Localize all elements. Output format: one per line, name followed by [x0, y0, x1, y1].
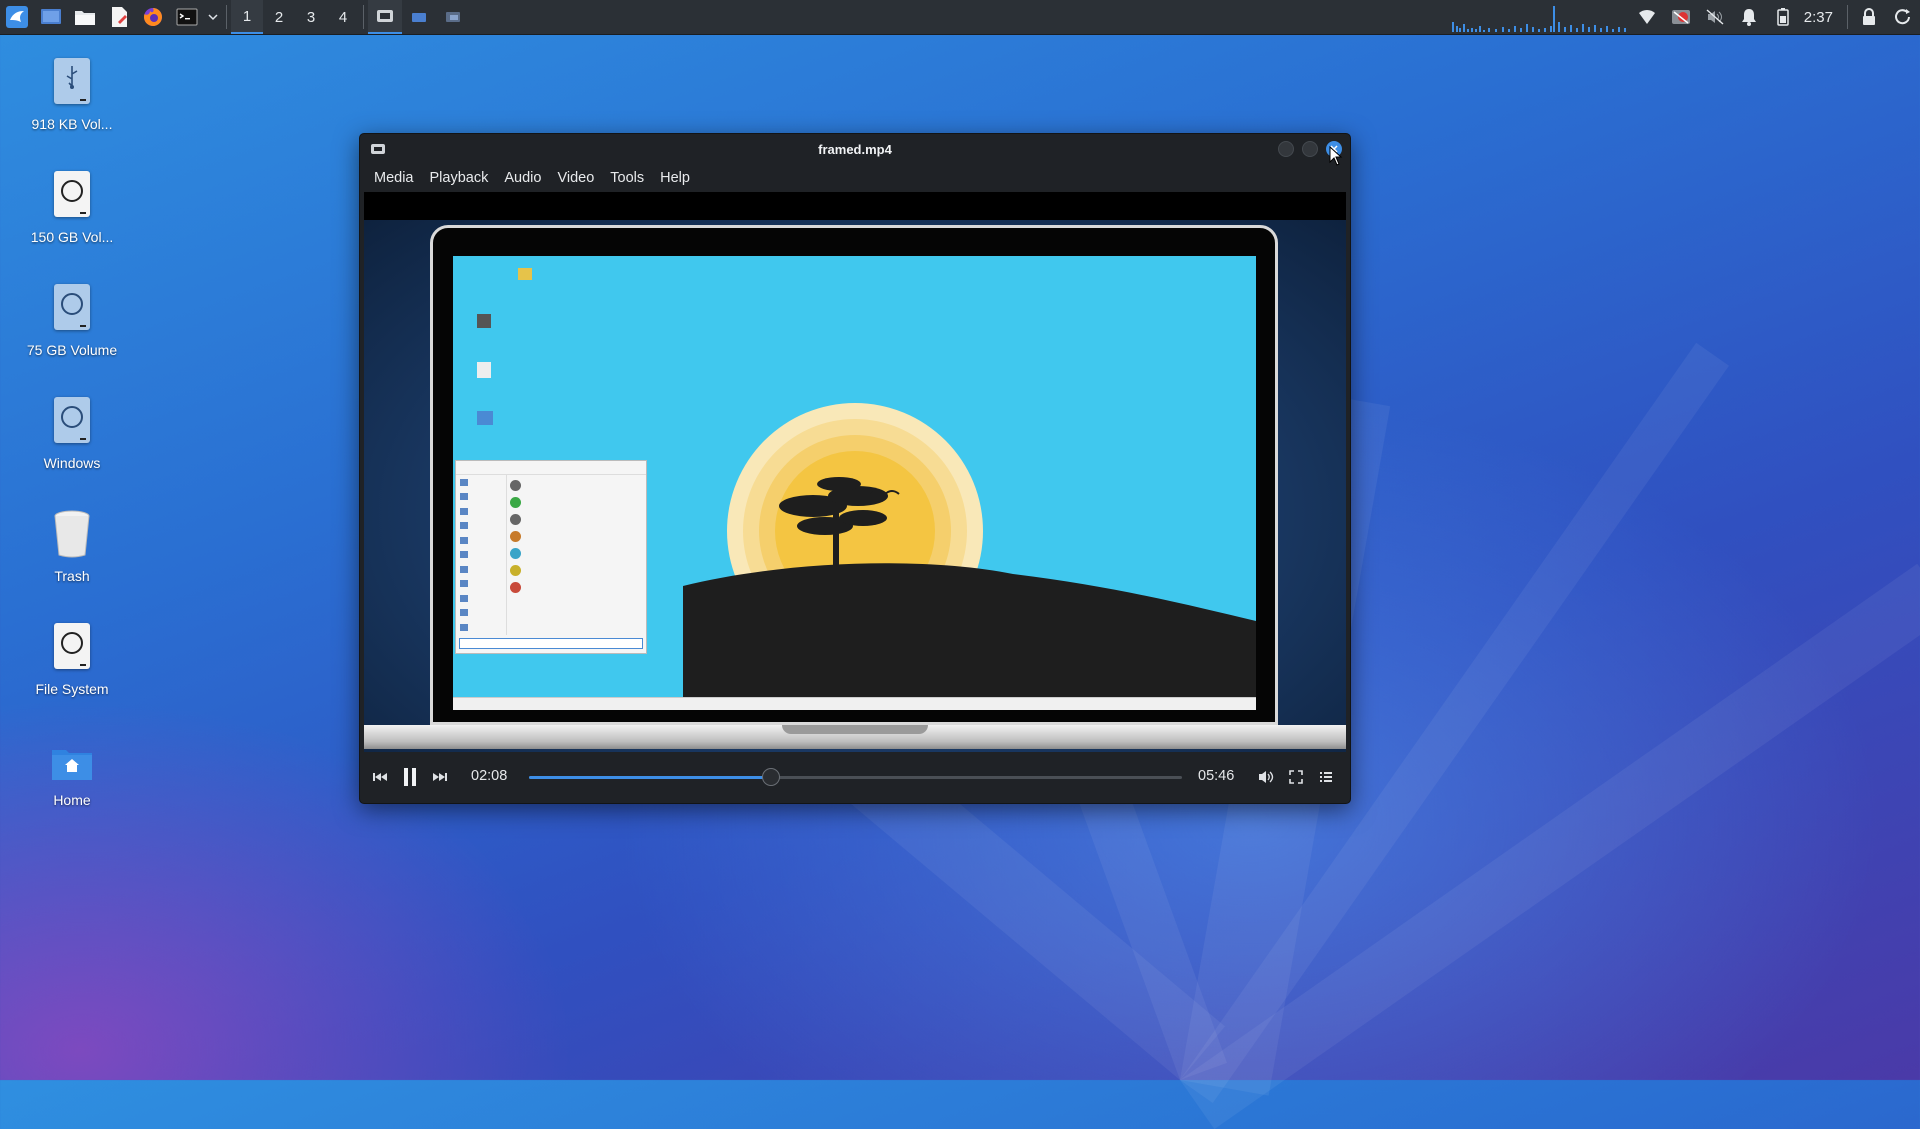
desktop-icon-windows[interactable]: Windows: [8, 397, 136, 471]
pause-button[interactable]: [398, 752, 422, 802]
panel-separator: [226, 5, 227, 29]
workspace-2[interactable]: 2: [263, 0, 295, 34]
playback-controls: 02:08 05:46: [360, 752, 1350, 802]
firefox-icon[interactable]: [136, 0, 170, 34]
chevron-down-icon[interactable]: [204, 0, 222, 34]
menu-media[interactable]: Media: [366, 170, 422, 186]
previous-button[interactable]: [368, 752, 392, 802]
menu-help[interactable]: Help: [652, 170, 698, 186]
home-folder-icon: [46, 746, 98, 786]
drive-icon: [46, 171, 98, 223]
maximize-button[interactable]: [1302, 141, 1318, 157]
video-laptop-notch: [782, 725, 928, 734]
playlist-button[interactable]: [1314, 752, 1338, 802]
desktop-icon-file-system[interactable]: File System: [8, 623, 136, 697]
workspace-1[interactable]: 1: [231, 0, 263, 34]
panel-separator: [1847, 5, 1848, 29]
media-player-window: framed.mp4 Media Playback Audio Video To…: [359, 133, 1351, 804]
panel-separator: [363, 5, 364, 29]
volume-muted-icon[interactable]: [1698, 0, 1732, 34]
network-load-graph: [1450, 4, 1630, 32]
skip-back-icon: [373, 773, 387, 781]
total-duration: 05:46: [1198, 768, 1235, 784]
media-player-app-icon: [370, 142, 386, 159]
battery-icon[interactable]: [1766, 0, 1800, 34]
desktop-icon-918kb-volume[interactable]: 918 KB Vol...: [8, 58, 136, 132]
volume-button[interactable]: [1254, 752, 1278, 802]
desktop-icon-label: 150 GB Vol...: [30, 229, 114, 245]
desktop-icon-trash[interactable]: Trash: [8, 510, 136, 584]
video-inner-app-menu: [455, 460, 647, 654]
text-editor-icon[interactable]: [102, 0, 136, 34]
window-titlebar[interactable]: framed.mp4: [360, 134, 1350, 164]
desktop-icon-75gb-volume[interactable]: 75 GB Volume: [8, 284, 136, 358]
show-desktop-icon[interactable]: [34, 0, 68, 34]
fullscreen-icon: [1289, 770, 1303, 784]
video-frame: [364, 220, 1346, 752]
elapsed-time: 02:08: [471, 768, 508, 784]
window-task-icon[interactable]: [402, 0, 436, 34]
network-icon[interactable]: [1630, 0, 1664, 34]
window-task-icon[interactable]: [436, 0, 470, 34]
desktop-icon-label: 918 KB Vol...: [31, 116, 113, 132]
pause-icon: [404, 768, 416, 786]
menu-video[interactable]: Video: [549, 170, 602, 186]
mouse-cursor-icon: [1329, 146, 1343, 166]
drive-icon: [46, 397, 98, 449]
seek-bar-progress: [529, 776, 771, 779]
desktop-icon-150gb-volume[interactable]: 150 GB Vol...: [8, 171, 136, 245]
desktop-icon-label: Trash: [54, 568, 90, 584]
screenshot-app-icon[interactable]: [1664, 0, 1698, 34]
whisker-menu-icon[interactable]: [0, 0, 34, 34]
top-panel: 1 2 3 4 2:37: [0, 0, 1920, 35]
desktop-icon-label: 75 GB Volume: [26, 342, 118, 358]
menu-tools[interactable]: Tools: [602, 170, 652, 186]
volume-icon: [1259, 771, 1274, 783]
next-button[interactable]: [428, 752, 452, 802]
file-manager-icon[interactable]: [68, 0, 102, 34]
fullscreen-button[interactable]: [1284, 752, 1308, 802]
desktop-icon-label: Windows: [43, 455, 101, 471]
window-title: framed.mp4: [818, 141, 892, 157]
usb-drive-icon: [46, 58, 98, 110]
notification-bell-icon[interactable]: [1732, 0, 1766, 34]
skip-forward-icon: [433, 773, 447, 781]
menu-audio[interactable]: Audio: [496, 170, 549, 186]
system-tray: 2:37: [1630, 0, 1920, 34]
menu-playback[interactable]: Playback: [422, 170, 497, 186]
playlist-icon: [1320, 772, 1332, 782]
panel-clock[interactable]: 2:37: [1800, 9, 1843, 26]
video-inner-desktop: [453, 256, 1256, 710]
desktop-icon-label: Home: [53, 792, 91, 808]
workspace-3[interactable]: 3: [295, 0, 327, 34]
lock-icon[interactable]: [1852, 0, 1886, 34]
seek-bar[interactable]: [529, 768, 1182, 786]
terminal-icon[interactable]: [170, 0, 204, 34]
desktop-icon-label: File System: [35, 681, 109, 697]
drive-icon: [46, 284, 98, 336]
power-icon[interactable]: [1886, 0, 1920, 34]
seek-bar-handle[interactable]: [761, 768, 780, 786]
video-inner-taskbar: [453, 697, 1256, 710]
drive-icon: [46, 623, 98, 675]
minimize-button[interactable]: [1278, 141, 1294, 157]
workspace-4[interactable]: 4: [327, 0, 359, 34]
menu-bar: Media Playback Audio Video Tools Help: [360, 164, 1350, 192]
trash-icon: [46, 510, 98, 562]
video-laptop-image: [430, 225, 1278, 725]
video-canvas[interactable]: [364, 192, 1346, 752]
desktop-icon-home[interactable]: Home: [8, 746, 136, 808]
media-player-task-icon[interactable]: [368, 0, 402, 34]
